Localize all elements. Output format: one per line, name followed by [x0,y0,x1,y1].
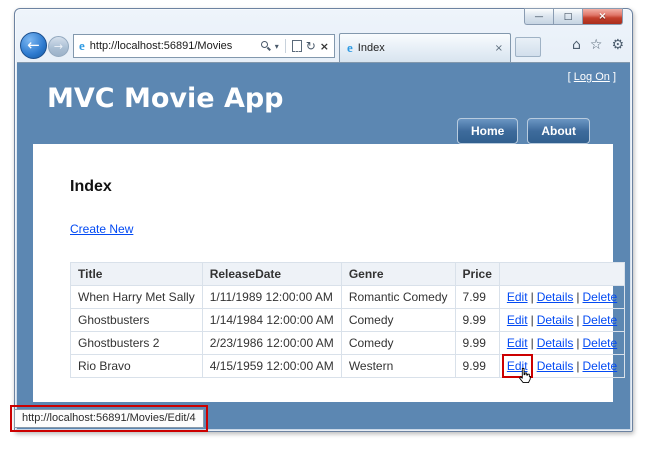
details-link[interactable]: Details [537,359,574,373]
cell-title: When Harry Met Sally [71,286,203,309]
tab-index[interactable]: e Index × [339,33,511,62]
tab-close-icon[interactable]: × [495,43,503,54]
logon-link[interactable]: Log On [574,71,610,83]
tab-title: Index [358,42,385,54]
browser-toolbar-icons: ⌂ ☆ ⚙ [572,37,624,53]
cell-release-date: 1/14/1984 12:00:00 AM [202,309,341,332]
cell-release-date: 4/15/1959 12:00:00 AM [202,355,341,378]
address-bar-icons: ▾ ↻ × [260,39,329,53]
cell-price: 9.99 [455,332,499,355]
maximize-button[interactable]: □ [553,8,582,25]
details-link[interactable]: Details [537,336,574,350]
link-separator: | [531,336,534,350]
cell-actions: Edit|Details|Delete [499,286,624,309]
logon-bracket-open: [ [568,71,571,83]
address-bar[interactable]: e http://localhost:56891/Movies ▾ ↻ × [73,34,335,58]
content-area: Index Create New Title ReleaseDate Genre… [33,144,613,402]
link-separator: | [576,313,579,327]
window-controls: — □ × [524,8,623,25]
page-heading: Index [70,178,585,196]
main-menu: Home About [457,118,590,144]
cell-actions: Edit|Details|Delete [499,309,624,332]
logon-area: [ Log On ] [568,71,616,83]
link-separator: | [576,336,579,350]
back-arrow-icon: ← [27,36,40,54]
movies-table: Title ReleaseDate Genre Price When Harry… [70,262,625,378]
table-row: Rio Bravo 4/15/1959 12:00:00 AM Western … [71,355,625,378]
app-title: MVC Movie App [47,83,284,114]
window-title-bar[interactable]: — □ × [15,9,632,30]
minimize-button[interactable]: — [524,8,553,25]
search-dropdown-icon[interactable]: ▾ [275,42,279,51]
stop-icon[interactable]: × [320,40,329,53]
delete-link[interactable]: Delete [583,290,618,304]
back-button[interactable]: ← [20,32,47,59]
cell-actions: Edit|Details|Delete [499,332,624,355]
cell-price: 7.99 [455,286,499,309]
col-actions [499,263,624,286]
edit-link[interactable]: Edit [507,290,528,304]
new-tab-button[interactable] [515,37,541,57]
menu-home-button[interactable]: Home [457,118,518,144]
details-link[interactable]: Details [537,313,574,327]
minimize-icon: — [535,12,544,22]
details-link[interactable]: Details [537,290,574,304]
ie-favicon: e [79,38,85,54]
close-button[interactable]: × [582,8,623,25]
cell-genre: Romantic Comedy [341,286,455,309]
search-icon[interactable] [260,40,271,52]
link-separator: | [531,313,534,327]
browser-nav-bar: ← → e http://localhost:56891/Movies ▾ ↻ … [15,30,632,62]
address-url[interactable]: http://localhost:56891/Movies [90,40,260,52]
status-highlight-box: http://localhost:56891/Movies/Edit/4 [10,405,208,432]
col-release-date: ReleaseDate [202,263,341,286]
menu-about-button[interactable]: About [527,118,590,144]
page-viewport: [ Log On ] MVC Movie App Home About Inde… [17,62,630,429]
col-price: Price [455,263,499,286]
highlighted-edit-area: Edit [507,359,528,373]
browser-window: — □ × ← → e http://localhost:56891/Movie… [14,8,633,432]
hand-cursor-icon [517,367,532,388]
link-separator: | [576,359,579,373]
cell-release-date: 2/23/1986 12:00:00 AM [202,332,341,355]
link-separator: | [576,290,579,304]
cell-genre: Western [341,355,455,378]
logon-bracket-close: ] [613,71,616,83]
col-title: Title [71,263,203,286]
table-row: When Harry Met Sally 1/11/1989 12:00:00 … [71,286,625,309]
address-divider [285,39,286,53]
cell-title: Ghostbusters [71,309,203,332]
forward-button[interactable]: → [48,36,69,57]
cell-genre: Comedy [341,309,455,332]
status-url-tooltip: http://localhost:56891/Movies/Edit/4 [14,409,204,428]
table-header-row: Title ReleaseDate Genre Price [71,263,625,286]
cell-release-date: 1/11/1989 12:00:00 AM [202,286,341,309]
edit-link[interactable]: Edit [507,313,528,327]
col-genre: Genre [341,263,455,286]
maximize-icon: □ [564,12,573,22]
create-new-link[interactable]: Create New [70,222,133,236]
cell-actions: Edit |Details|Delete [499,355,624,378]
cell-title: Rio Bravo [71,355,203,378]
cell-price: 9.99 [455,309,499,332]
forward-arrow-icon: → [54,40,63,53]
cell-genre: Comedy [341,332,455,355]
table-row: Ghostbusters 2 2/23/1986 12:00:00 AM Com… [71,332,625,355]
tab-favicon: e [347,40,353,56]
cell-price: 9.99 [455,355,499,378]
table-row: Ghostbusters 1/14/1984 12:00:00 AM Comed… [71,309,625,332]
favorites-star-icon[interactable]: ☆ [590,37,603,53]
close-icon: × [598,11,606,22]
link-separator: | [531,290,534,304]
delete-link[interactable]: Delete [583,359,618,373]
compatibility-view-icon[interactable] [292,40,302,52]
cell-title: Ghostbusters 2 [71,332,203,355]
home-icon[interactable]: ⌂ [572,37,581,53]
refresh-icon[interactable]: ↻ [306,39,316,53]
delete-link[interactable]: Delete [583,313,618,327]
tools-gear-icon[interactable]: ⚙ [611,37,624,53]
edit-link[interactable]: Edit [507,336,528,350]
delete-link[interactable]: Delete [583,336,618,350]
